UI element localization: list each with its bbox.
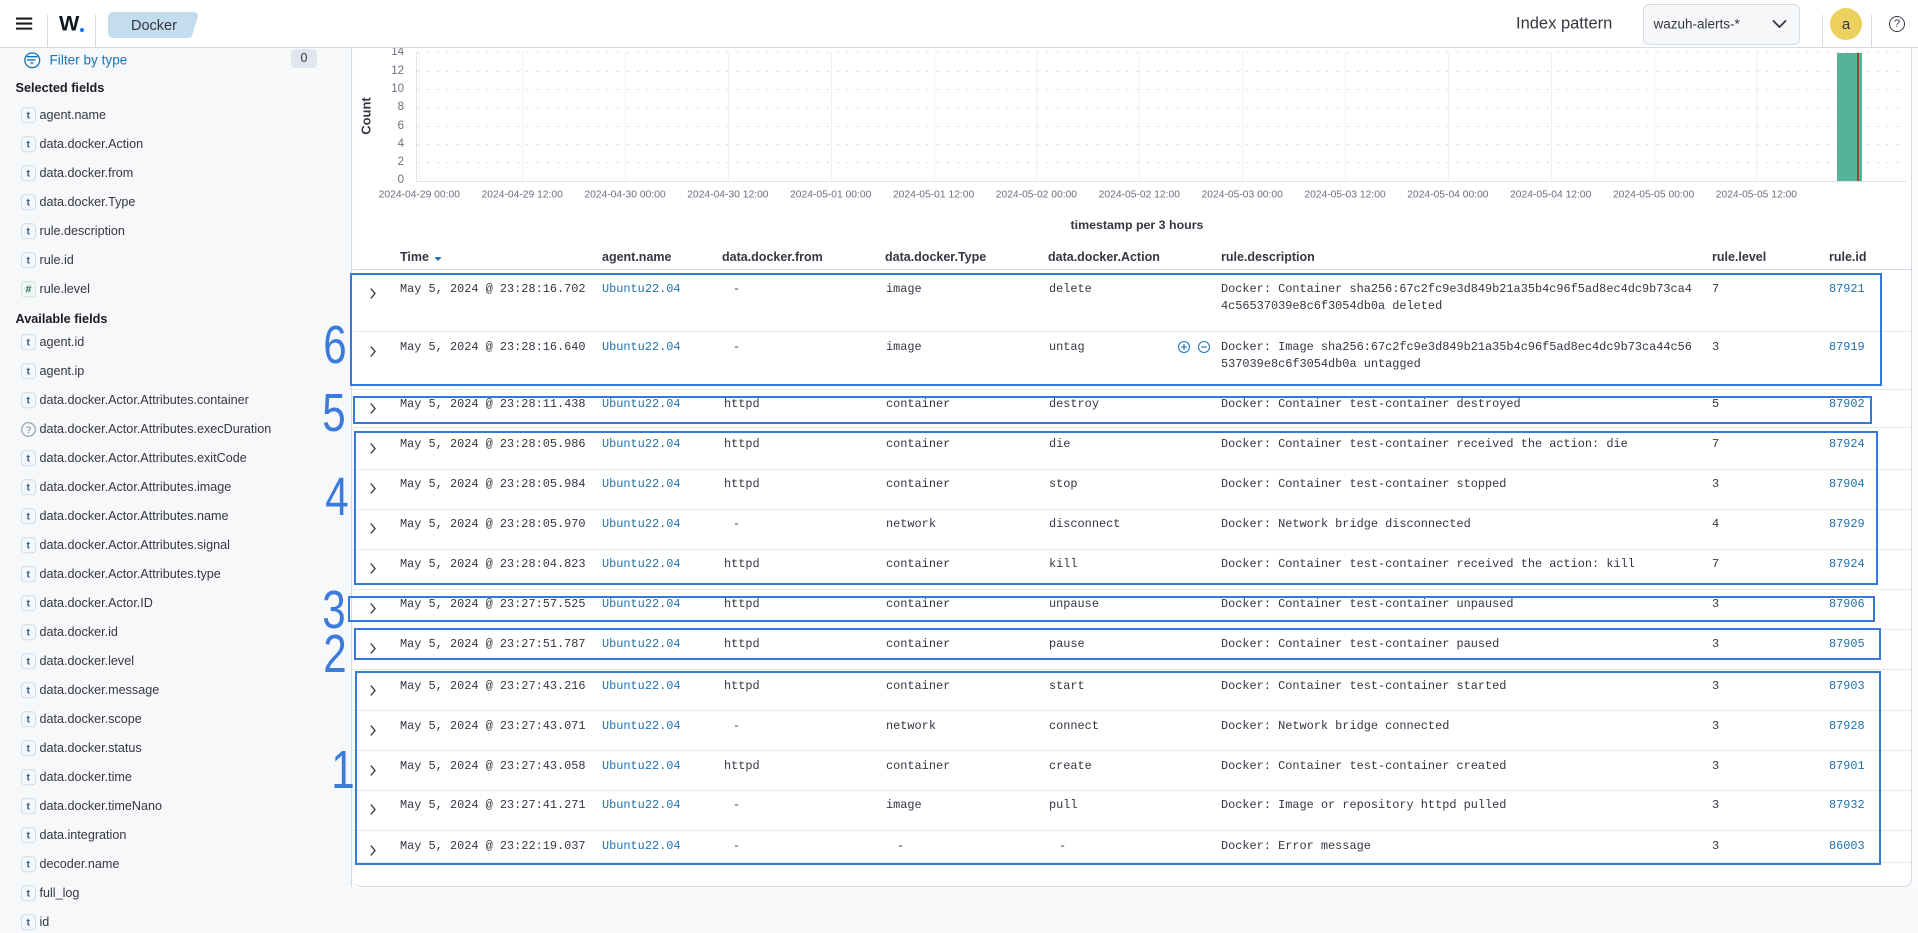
svg-text:Docker: Docker — [131, 18, 177, 34]
svg-text:?: ? — [26, 425, 31, 436]
